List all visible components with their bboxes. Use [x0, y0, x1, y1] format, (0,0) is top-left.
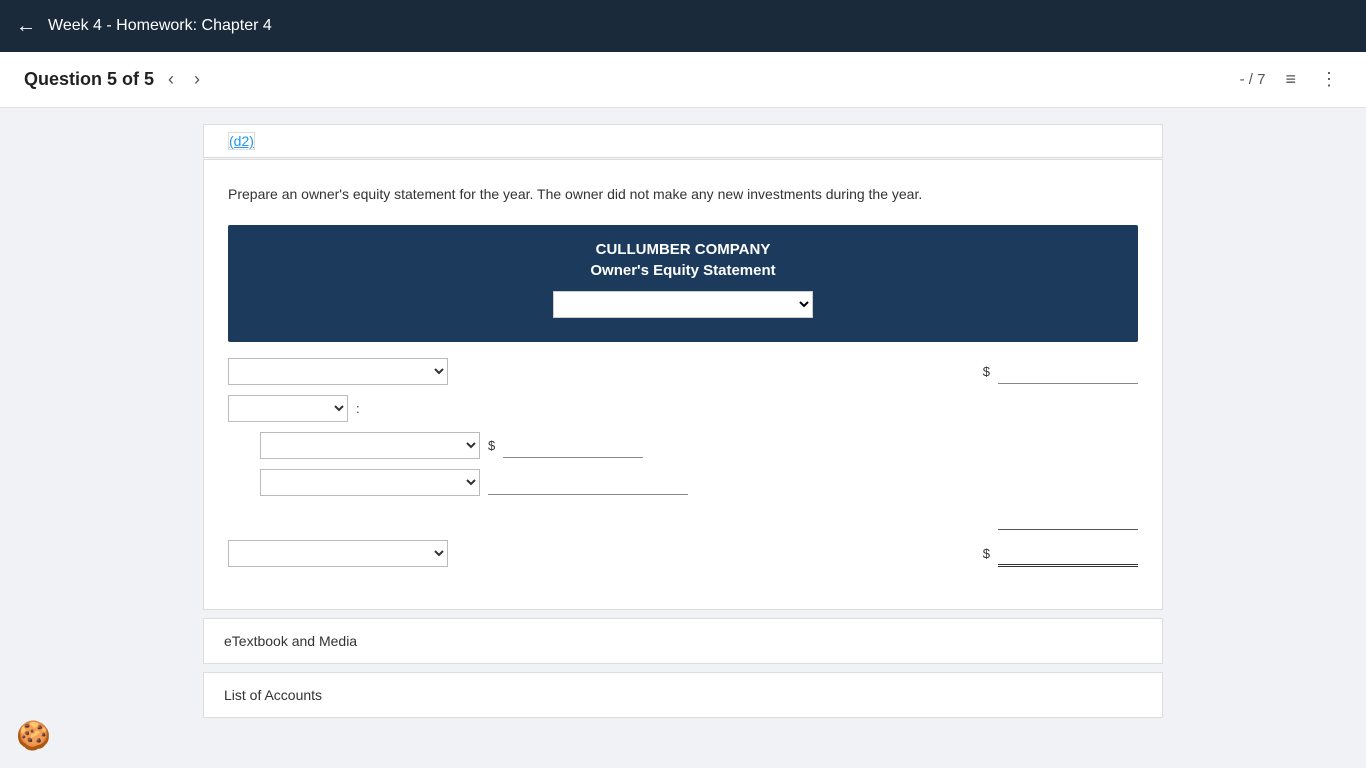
- company-name-plain: CULLUMBER: [596, 241, 691, 258]
- row1-amount-input[interactable]: [998, 360, 1138, 384]
- form-area: Owner's Capital, January 1 Net Income Dr…: [228, 342, 1138, 585]
- cookie-button[interactable]: 🍪: [16, 719, 51, 752]
- back-button[interactable]: ←: [16, 15, 36, 38]
- row6-item-select[interactable]: Owner's Capital, January 1 Net Income Dr…: [228, 540, 448, 567]
- score-text: - / 7: [1240, 71, 1266, 88]
- row2-type-select[interactable]: Add: Less:: [228, 395, 348, 422]
- form-row-6: Owner's Capital, January 1 Net Income Dr…: [228, 540, 1138, 567]
- back-icon: ←: [16, 15, 36, 38]
- question-bar: Question 5 of 5 ‹ › - / 7 ≡ ⋮: [0, 52, 1366, 108]
- subtotal-row: [228, 506, 1138, 530]
- question-bar-right: - / 7 ≡ ⋮: [1240, 65, 1342, 94]
- row3-amount-input[interactable]: [503, 434, 643, 458]
- company-name: CULLUMBER COMPANY: [252, 241, 1114, 258]
- period-select[interactable]: For the Year Ended December 31, 2022 For…: [553, 291, 813, 318]
- prev-question-button[interactable]: ‹: [162, 65, 180, 94]
- next-question-button[interactable]: ›: [188, 65, 206, 94]
- equity-table-header: CULLUMBER COMPANY Owner's Equity Stateme…: [228, 225, 1138, 342]
- row1-dollar: $: [983, 364, 990, 379]
- question-label: Question 5 of 5: [24, 69, 154, 90]
- row2-colon: :: [356, 401, 360, 416]
- main-content: (d2) Prepare an owner's equity statement…: [203, 108, 1163, 758]
- row4-item-select[interactable]: Owner's Capital, January 1 Net Income Dr…: [260, 469, 480, 496]
- more-options-button[interactable]: ⋮: [1316, 65, 1342, 94]
- row3-item-select[interactable]: Owner's Capital, January 1 Net Income Dr…: [260, 432, 480, 459]
- row6-total-input[interactable]: [998, 541, 1138, 567]
- page-title: Week 4 - Homework: Chapter 4: [48, 17, 272, 35]
- statement-title: Owner's Equity Statement: [252, 262, 1114, 279]
- row1-item-select[interactable]: Owner's Capital, January 1 Net Income Dr…: [228, 358, 448, 385]
- list-view-button[interactable]: ≡: [1281, 65, 1300, 94]
- company-name-bold: COMPANY: [695, 241, 771, 258]
- question-card: Prepare an owner's equity statement for …: [203, 159, 1163, 610]
- row4-amount-input[interactable]: [488, 471, 688, 495]
- row6-dollar: $: [983, 546, 990, 561]
- breadcrumb-link[interactable]: (d2): [228, 132, 255, 150]
- question-nav: Question 5 of 5 ‹ ›: [24, 65, 206, 94]
- form-row-3: Owner's Capital, January 1 Net Income Dr…: [228, 432, 1138, 459]
- top-bar: ← Week 4 - Homework: Chapter 4: [0, 0, 1366, 52]
- subtotal-input[interactable]: [998, 506, 1138, 530]
- form-row-1: Owner's Capital, January 1 Net Income Dr…: [228, 358, 1138, 385]
- form-row-2: Add: Less: :: [228, 395, 1138, 422]
- row3-dollar: $: [488, 438, 495, 453]
- list-of-accounts-button[interactable]: List of Accounts: [203, 672, 1163, 718]
- question-instruction: Prepare an owner's equity statement for …: [228, 184, 1138, 205]
- period-select-wrapper: For the Year Ended December 31, 2022 For…: [252, 291, 1114, 318]
- form-row-4: Owner's Capital, January 1 Net Income Dr…: [228, 469, 1138, 496]
- etextbook-button[interactable]: eTextbook and Media: [203, 618, 1163, 664]
